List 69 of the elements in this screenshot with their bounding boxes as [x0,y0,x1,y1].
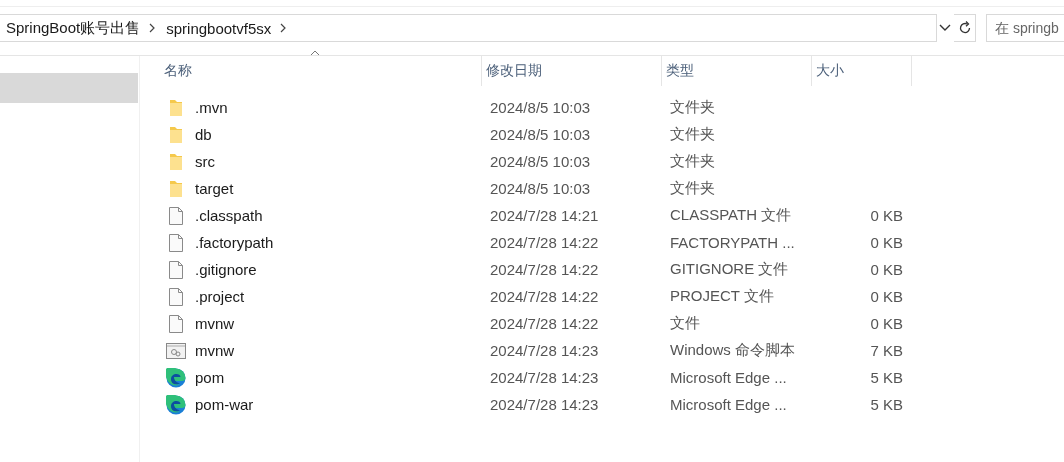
file-type: PROJECT 文件 [670,287,774,306]
file-type: Microsoft Edge ... [670,396,787,413]
file-name[interactable]: mvnw [195,342,235,359]
file-type: Windows 命令脚本 [670,341,796,360]
file-size: 5 KB [870,369,903,386]
document-icon [169,314,183,333]
file-type: 文件 [670,314,700,333]
file-name[interactable]: .factorypath [195,234,274,251]
date-modified: 2024/7/28 14:22 [490,315,599,332]
browser-icon [166,367,186,388]
document-icon [169,233,183,252]
column-header[interactable]: 名称 [160,56,482,86]
date-modified: 2024/7/28 14:22 [490,261,599,278]
document-icon [169,287,183,306]
date-modified: 2024/8/5 10:03 [490,153,591,170]
script-file-icon [166,342,186,359]
file-size: 0 KB [870,288,903,305]
file-type: 文件夹 [670,152,715,171]
file-size: 0 KB [870,207,903,224]
refresh-button[interactable] [954,14,976,42]
chevron-down-icon [939,24,952,32]
file-name[interactable]: src [195,153,215,170]
date-modified: 2024/8/5 10:03 [490,126,591,143]
chevron-icon [148,23,157,33]
address-bar[interactable]: SpringBoot账号出售 springbootvf5sx [0,14,937,42]
file-type: Microsoft Edge ... [670,369,787,386]
column-header[interactable]: 大小 [812,56,912,86]
breadcrumb[interactable]: SpringBoot账号出售 [6,18,149,38]
file-type: 文件夹 [670,98,715,117]
file-type: 文件夹 [670,179,715,198]
date-modified: 2024/8/5 10:03 [490,99,591,116]
file-name[interactable]: .project [195,288,245,305]
file-type: FACTORYPATH ... [670,234,795,251]
refresh-icon [957,21,972,35]
column-header[interactable]: 类型 [662,56,812,86]
file-size: 7 KB [870,342,903,359]
document-icon [169,260,183,279]
date-modified: 2024/7/28 14:22 [490,234,599,251]
breadcrumb[interactable]: springbootvf5sx [166,19,280,37]
folder-icon [169,98,183,117]
file-name[interactable]: .mvn [195,99,228,116]
folder-icon [169,125,183,144]
file-size: 5 KB [870,396,903,413]
date-modified: 2024/7/28 14:21 [490,207,599,224]
file-type: 文件夹 [670,125,715,144]
file-name[interactable]: pom-war [195,396,254,413]
chevron-icon [279,23,288,33]
date-modified: 2024/7/28 14:23 [490,342,599,359]
file-size: 0 KB [870,234,903,251]
folder-icon [169,179,183,198]
file-size: 0 KB [870,315,903,332]
date-modified: 2024/8/5 10:03 [490,180,591,197]
file-name[interactable]: pom [195,369,225,386]
file-name[interactable]: .classpath [195,207,263,224]
folder-icon [169,152,183,171]
file-size: 0 KB [870,261,903,278]
search-field[interactable]: 在 springb [986,14,1064,42]
file-name[interactable]: mvnw [195,315,235,332]
file-type: GITIGNORE 文件 [670,260,789,279]
date-modified: 2024/7/28 14:23 [490,396,599,413]
column-header[interactable]: 修改日期 [482,56,662,86]
file-name[interactable]: target [195,180,234,197]
date-modified: 2024/7/28 14:22 [490,288,599,305]
browser-icon [166,394,186,415]
file-type: CLASSPATH 文件 [670,206,792,225]
date-modified: 2024/7/28 14:23 [490,369,599,386]
file-name[interactable]: .gitignore [195,261,257,278]
document-icon [169,206,183,225]
file-name[interactable]: db [195,126,212,143]
